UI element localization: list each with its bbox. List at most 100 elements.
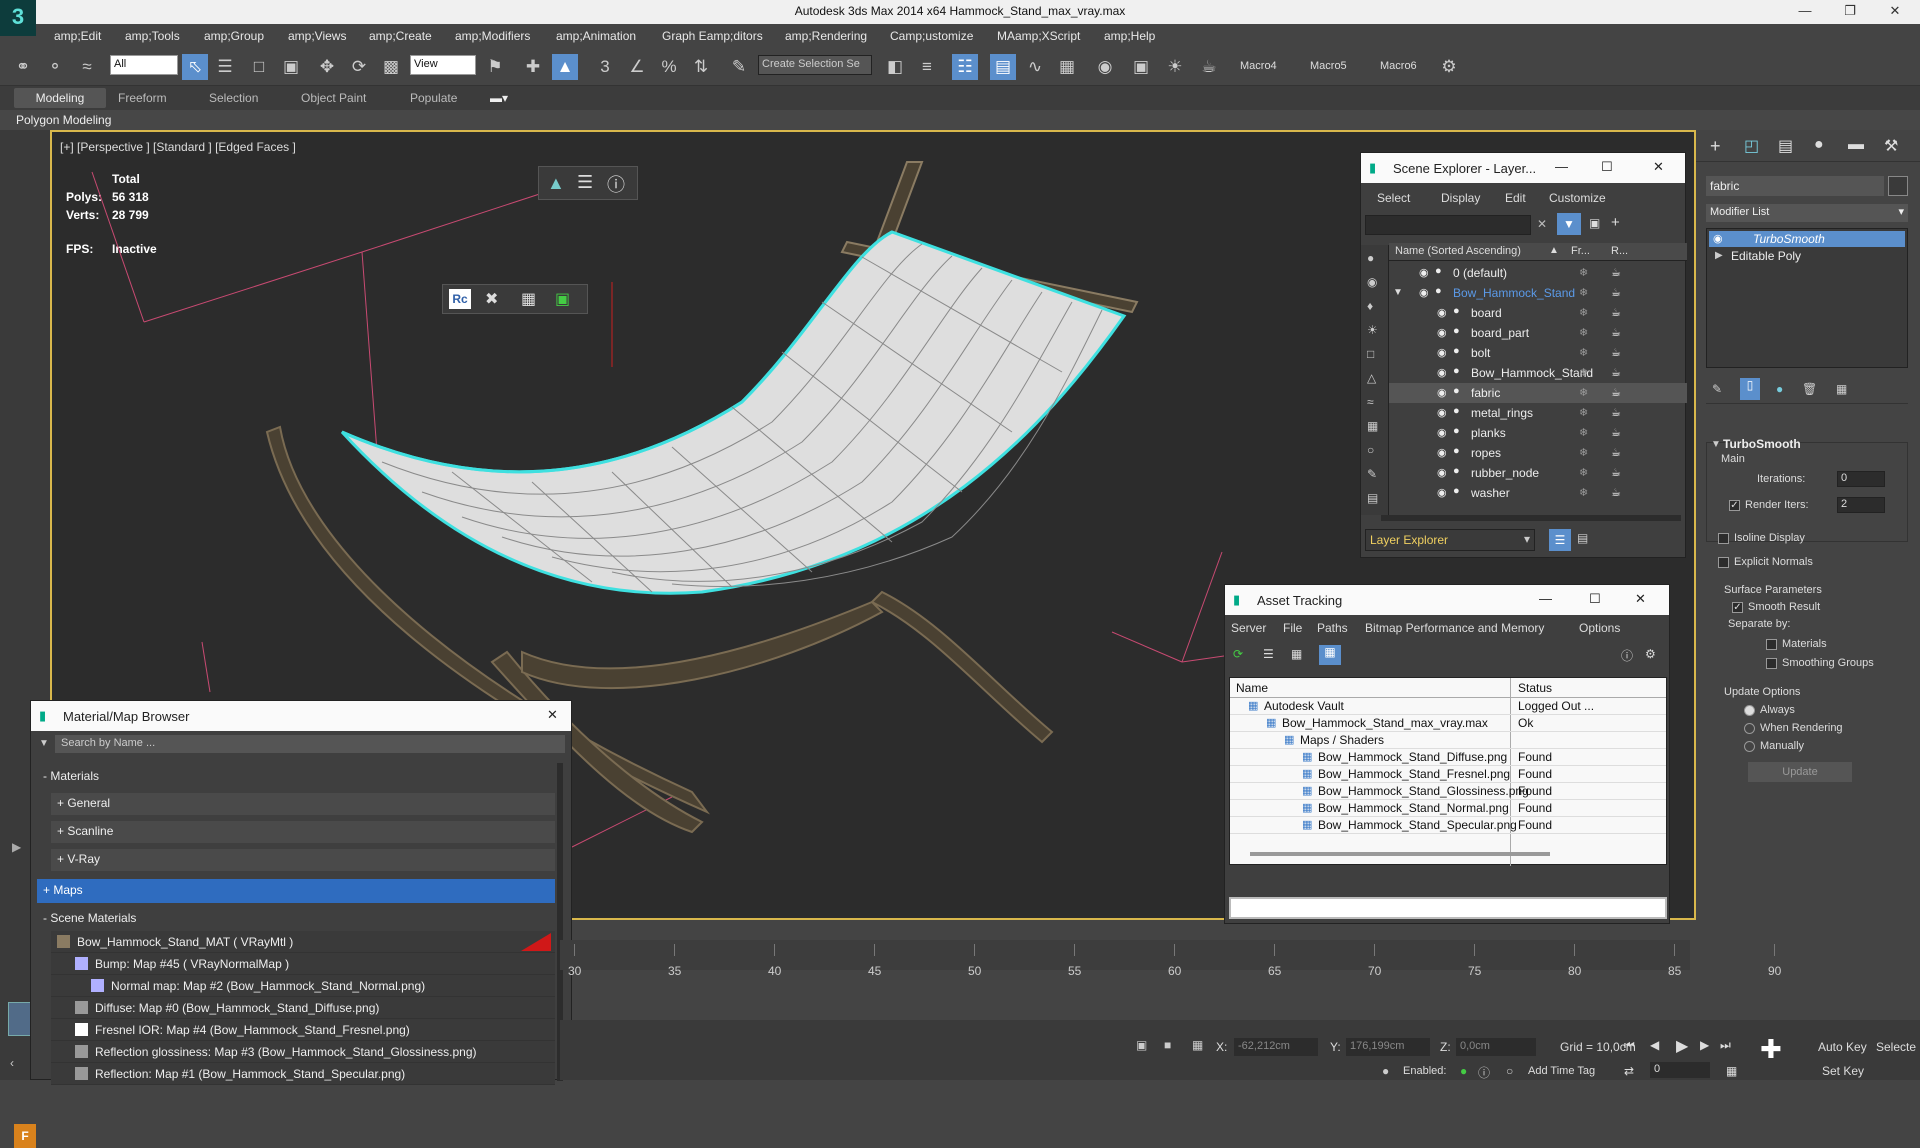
eye-icon[interactable]: ◉ — [1437, 486, 1447, 499]
menu-group[interactable]: amp;Group — [204, 29, 264, 43]
maximize-icon[interactable]: ☐ — [1601, 159, 1613, 175]
align-icon[interactable]: ≡ — [914, 54, 940, 80]
close-icon[interactable]: ✕ — [1653, 159, 1664, 175]
display-spacewarps-icon[interactable]: ≈ — [1367, 395, 1374, 409]
minimize-icon[interactable]: — — [1555, 159, 1568, 174]
sx-search-input[interactable] — [1365, 215, 1531, 235]
freeze-icon[interactable]: ❄ — [1579, 366, 1588, 379]
menu-create[interactable]: amp;Create — [369, 29, 432, 43]
object-name-field[interactable]: fabric — [1706, 176, 1884, 196]
macro4-button[interactable]: Macro4 — [1240, 60, 1277, 72]
macro5-button[interactable]: Macro5 — [1310, 60, 1347, 72]
asset-path-field[interactable] — [1229, 897, 1667, 919]
freeze-icon[interactable]: ❄ — [1579, 486, 1588, 499]
freeze-icon[interactable]: ❄ — [1579, 286, 1588, 299]
asset-row[interactable]: ▦ Bow_Hammock_Stand_Diffuse.png Found — [1230, 749, 1666, 766]
display-none-icon[interactable]: ● — [1367, 251, 1374, 265]
add-layer-icon[interactable]: + — [1611, 214, 1620, 231]
rect-selection-icon[interactable]: □ — [246, 54, 272, 80]
rc-icon[interactable]: Rc — [449, 289, 471, 309]
render-teapot-icon[interactable]: ☕ — [1611, 386, 1621, 399]
table-icon[interactable]: ▦ — [521, 289, 536, 309]
eye-icon[interactable]: ◉ — [1713, 232, 1723, 245]
enabled-status-icon[interactable]: ● — [1460, 1064, 1467, 1078]
freeze-icon[interactable]: ❄ — [1579, 446, 1588, 459]
eye-icon[interactable]: ◉ — [1437, 346, 1447, 359]
scene-explorer-titlebar[interactable]: ▮ Scene Explorer - Layer... — ☐ ✕ — [1361, 153, 1685, 183]
material-item[interactable]: Diffuse: Map #0 (Bow_Hammock_Stand_Diffu… — [51, 997, 555, 1019]
lock-icon[interactable]: ■ — [1164, 1038, 1171, 1052]
restore-icon[interactable]: ❐ — [1835, 3, 1865, 19]
unlink-icon[interactable]: ⚬ — [42, 54, 68, 80]
scene-materials-group[interactable]: - Scene Materials — [43, 911, 136, 925]
sx-row[interactable]: ◉ ● 0 (default) ❄ ☕ — [1389, 263, 1687, 283]
render-teapot-icon[interactable]: ☕ — [1611, 306, 1621, 319]
pivot-icon[interactable]: ⚑ — [482, 54, 508, 80]
sx-row[interactable]: ◉ ● board_part ❄ ☕ — [1389, 323, 1687, 343]
expand-icon[interactable]: ▶ — [1715, 250, 1723, 261]
display-helpers-icon[interactable]: △ — [1367, 371, 1376, 385]
clear-search-icon[interactable]: ✕ — [1537, 217, 1547, 231]
render-teapot-icon[interactable]: ☕ — [1611, 266, 1621, 279]
rollout-title[interactable]: TurboSmooth — [1723, 437, 1801, 451]
absolute-mode-icon[interactable]: ▦ — [1192, 1038, 1203, 1052]
sx-row[interactable]: ◉ ● Bow_Hammock_Stand ❄ ☕ — [1389, 363, 1687, 383]
scanline-group[interactable]: + Scanline — [51, 821, 555, 843]
next-frame-icon[interactable]: ▶ — [1700, 1038, 1709, 1052]
minimize-icon[interactable]: — — [1539, 591, 1552, 606]
settings-icon[interactable]: ⚙ — [1645, 647, 1656, 661]
sx-menu-select[interactable]: Select — [1377, 191, 1410, 205]
render-teapot-icon[interactable]: ☕ — [1611, 486, 1621, 499]
material-browser-titlebar[interactable]: ▮ Material/Map Browser ✕ — [31, 701, 571, 731]
render-teapot-icon[interactable]: ☕ — [1611, 426, 1621, 439]
at-menu-file[interactable]: File — [1283, 621, 1302, 635]
asset-row[interactable]: ▦ Bow_Hammock_Stand_Normal.png Found — [1230, 800, 1666, 817]
tab-object-paint[interactable]: Object Paint — [301, 91, 366, 105]
freeze-column-header[interactable]: Fr... — [1571, 245, 1590, 257]
materials-checkbox[interactable]: Materials — [1766, 638, 1827, 650]
auto-key-button[interactable]: Auto Key — [1818, 1040, 1867, 1054]
selection-lock-icon[interactable]: ▣ — [1136, 1038, 1147, 1052]
menu-tools[interactable]: amp;Tools — [125, 29, 180, 43]
list-view-icon[interactable]: ☰ — [1263, 647, 1274, 661]
at-menu-paths[interactable]: Paths — [1317, 621, 1348, 635]
render-icon[interactable]: ☕ — [1196, 54, 1222, 80]
graphite-ribbon-icon[interactable]: ▤ — [990, 54, 1016, 80]
x-coord-field[interactable]: -62,212cm — [1234, 1038, 1318, 1056]
goto-start-icon[interactable]: ⏮ — [1624, 1038, 1635, 1053]
render-column-header[interactable]: R... — [1611, 245, 1628, 257]
rendered-frame-icon[interactable]: ☀ — [1162, 54, 1188, 80]
add-time-tag-label[interactable]: Add Time Tag — [1528, 1065, 1595, 1077]
explicit-normals-checkbox[interactable]: Explicit Normals — [1718, 556, 1813, 568]
angle-snap-icon[interactable]: ∠ — [624, 54, 650, 80]
eye-icon[interactable]: ◉ — [1437, 446, 1447, 459]
at-menu-server[interactable]: Server — [1231, 621, 1266, 635]
object-color-swatch[interactable] — [1888, 176, 1908, 196]
render-teapot-icon[interactable]: ☕ — [1611, 286, 1621, 299]
menu-maxscript[interactable]: MAamp;XScript — [997, 29, 1080, 43]
name-column-header[interactable]: Name (Sorted Ascending) — [1395, 245, 1521, 257]
link-icon[interactable]: ⚭ — [10, 54, 36, 80]
rotate-icon[interactable]: ⟳ — [346, 54, 372, 80]
display-lights-icon[interactable]: ☀ — [1367, 323, 1378, 337]
edit-named-selection-icon[interactable]: ✎ — [726, 54, 752, 80]
pin-stack-icon[interactable]: ✎ — [1712, 382, 1722, 396]
modify-tab-icon[interactable]: ◰ — [1744, 136, 1759, 156]
render-teapot-icon[interactable]: ☕ — [1611, 366, 1621, 379]
play-toggle-icon[interactable]: ▶ — [12, 840, 30, 858]
eye-icon[interactable]: ◉ — [1437, 426, 1447, 439]
sx-menu-display[interactable]: Display — [1441, 191, 1480, 205]
layer-manager-icon[interactable]: ☷ — [952, 54, 978, 80]
asset-status-header[interactable]: Status — [1518, 681, 1552, 695]
freeze-icon[interactable]: ❄ — [1579, 266, 1588, 279]
display-xrefs-icon[interactable]: ○ — [1367, 443, 1374, 457]
material-editor-icon[interactable]: ◉ — [1092, 54, 1118, 80]
material-item[interactable]: Reflection: Map #1 (Bow_Hammock_Stand_Sp… — [51, 1063, 555, 1085]
trees-icon[interactable]: ▲ — [547, 173, 565, 194]
help-icon[interactable]: ⓘ — [607, 171, 625, 197]
menu-help[interactable]: amp;Help — [1104, 29, 1155, 43]
time-config-icon[interactable]: ▦ — [1726, 1064, 1737, 1078]
utilities-tab-icon[interactable]: ⚒ — [1884, 136, 1898, 156]
tab-selection[interactable]: Selection — [209, 91, 258, 105]
render-teapot-icon[interactable]: ☕ — [1611, 346, 1621, 359]
